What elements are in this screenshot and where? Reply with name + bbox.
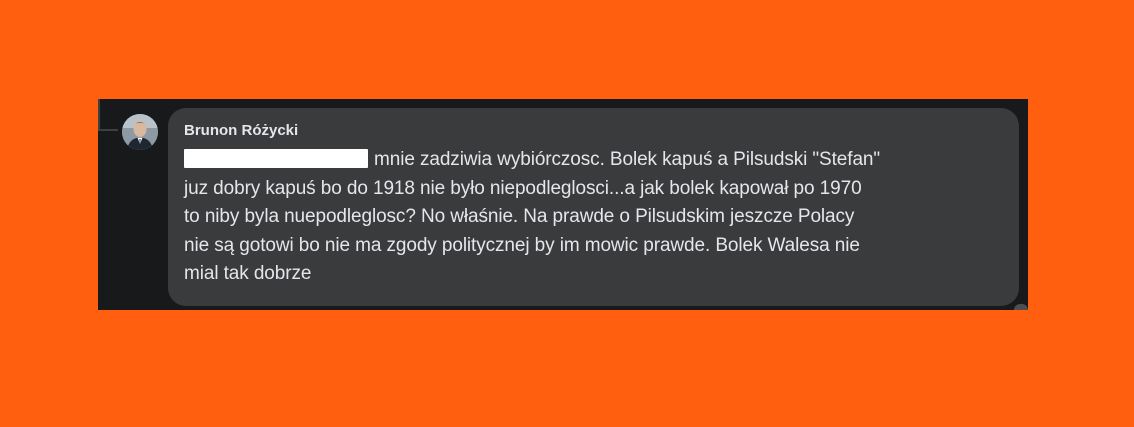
- profile-photo-icon: [122, 114, 158, 150]
- comment-line: to niby byla nuepodleglosc? No właśnie. …: [184, 206, 855, 227]
- reaction-indicator: [1014, 304, 1028, 310]
- thread-connector-vertical: [98, 99, 100, 131]
- comment-line: mial tak dobrze: [184, 263, 312, 284]
- comment-bubble: Brunon Różycki mnie zadziwia wybiórczosc…: [168, 108, 1019, 306]
- thread-connector: [98, 129, 118, 131]
- avatar[interactable]: [122, 114, 158, 150]
- comment-author-name[interactable]: Brunon Różycki: [184, 122, 298, 139]
- comment-panel: Brunon Różycki mnie zadziwia wybiórczosc…: [98, 99, 1028, 310]
- comment-text: mnie zadziwia wybiórczosc. Bolek kapuś a…: [184, 146, 1004, 289]
- comment-line: mnie zadziwia wybiórczosc. Bolek kapuś a…: [184, 146, 1004, 175]
- redacted-mention: [184, 149, 368, 168]
- comment-line-text: mnie zadziwia wybiórczosc. Bolek kapuś a…: [374, 149, 881, 170]
- comment-line: juz dobry kapuś bo do 1918 nie było niep…: [184, 177, 862, 199]
- comment-line: nie są gotowi bo nie ma zgody polityczne…: [184, 234, 860, 256]
